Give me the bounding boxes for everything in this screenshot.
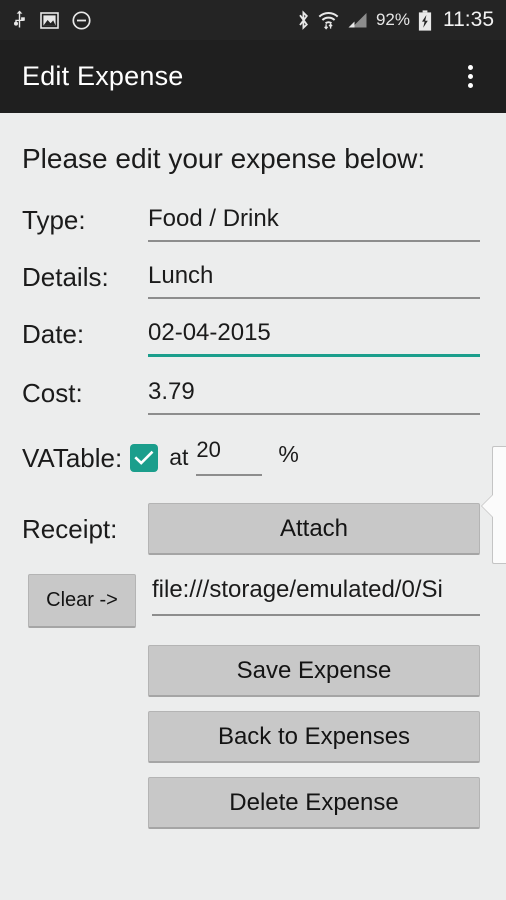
attach-button[interactable]: Attach: [148, 503, 480, 555]
save-expense-row: Save Expense: [0, 645, 506, 697]
cost-input[interactable]: 3.79: [148, 380, 480, 413]
back-to-expenses-button[interactable]: Back to Expenses: [148, 711, 480, 763]
form-row-details: Details: Lunch: [0, 264, 506, 299]
date-input[interactable]: 02-04-2015: [148, 321, 480, 354]
bluetooth-icon: [297, 9, 310, 31]
vat-percent-field[interactable]: 20: [196, 439, 263, 476]
overflow-dot: [467, 65, 473, 70]
overflow-menu-icon[interactable]: [452, 53, 488, 101]
do-not-disturb-icon: [72, 10, 91, 30]
date-label: Date:: [22, 319, 85, 349]
status-bar-right-icons: 92% 11:35: [297, 8, 494, 32]
checkmark-icon: [134, 450, 154, 465]
cost-label: Cost:: [22, 378, 83, 408]
form-row-vatable: VATable: at 20 %: [0, 439, 506, 476]
date-underline-focused: [148, 354, 480, 357]
cost-underline: [148, 413, 480, 415]
cost-field[interactable]: 3.79: [148, 380, 480, 415]
type-label: Type:: [22, 205, 86, 235]
delete-expense-button[interactable]: Delete Expense: [148, 777, 480, 829]
battery-percent-label: 92%: [375, 10, 410, 29]
clear-receipt-button[interactable]: Clear ->: [28, 574, 136, 628]
edit-expense-form: Please edit your expense below: Type: Fo…: [0, 113, 506, 900]
vat-percent-sign-label: %: [278, 441, 299, 467]
vat-percent-underline: [196, 474, 263, 476]
details-underline: [148, 297, 480, 299]
details-label: Details:: [22, 262, 109, 292]
receipt-path-field[interactable]: file:///storage/emulated/0/Si: [152, 574, 480, 616]
form-row-cost: Cost: 3.79: [0, 380, 506, 415]
usb-icon: [12, 10, 27, 30]
save-expense-button[interactable]: Save Expense: [148, 645, 480, 697]
form-row-date: Date: 02-04-2015: [0, 321, 506, 357]
vatable-checkbox[interactable]: [130, 443, 159, 472]
action-bar: Edit Expense: [0, 40, 506, 113]
cellular-signal-icon: [347, 11, 368, 30]
receipt-path-underline: [152, 614, 480, 616]
back-to-expenses-row: Back to Expenses: [0, 711, 506, 763]
type-underline: [148, 240, 480, 242]
screenshot-image-icon: [40, 11, 59, 29]
delete-expense-row: Delete Expense: [0, 777, 506, 829]
receipt-path-input[interactable]: file:///storage/emulated/0/Si: [152, 578, 480, 614]
form-heading: Please edit your expense below:: [22, 143, 426, 174]
vat-at-label: at: [169, 444, 189, 470]
status-bar-left-icons: [12, 10, 91, 30]
page-title: Edit Expense: [22, 61, 184, 91]
clock-label: 11:35: [443, 8, 494, 31]
type-field[interactable]: Food / Drink: [148, 207, 480, 242]
overflow-dot: [467, 83, 473, 88]
wifi-icon: [318, 11, 339, 30]
form-row-receipt: Receipt: Attach: [0, 503, 506, 555]
details-field[interactable]: Lunch: [148, 264, 480, 299]
form-row-receipt-path: Clear -> file:///storage/emulated/0/Si: [0, 574, 506, 628]
overflow-dot: [467, 74, 473, 79]
status-bar: 92% 11:35: [0, 0, 506, 40]
type-input[interactable]: Food / Drink: [148, 207, 480, 240]
vatable-label: VATable:: [22, 442, 123, 473]
battery-charging-icon: [418, 9, 432, 31]
date-field[interactable]: 02-04-2015: [148, 321, 480, 357]
details-input[interactable]: Lunch: [148, 264, 480, 297]
vat-percent-input[interactable]: 20: [196, 439, 262, 474]
form-row-type: Type: Food / Drink: [0, 207, 506, 242]
receipt-label: Receipt:: [22, 513, 118, 544]
